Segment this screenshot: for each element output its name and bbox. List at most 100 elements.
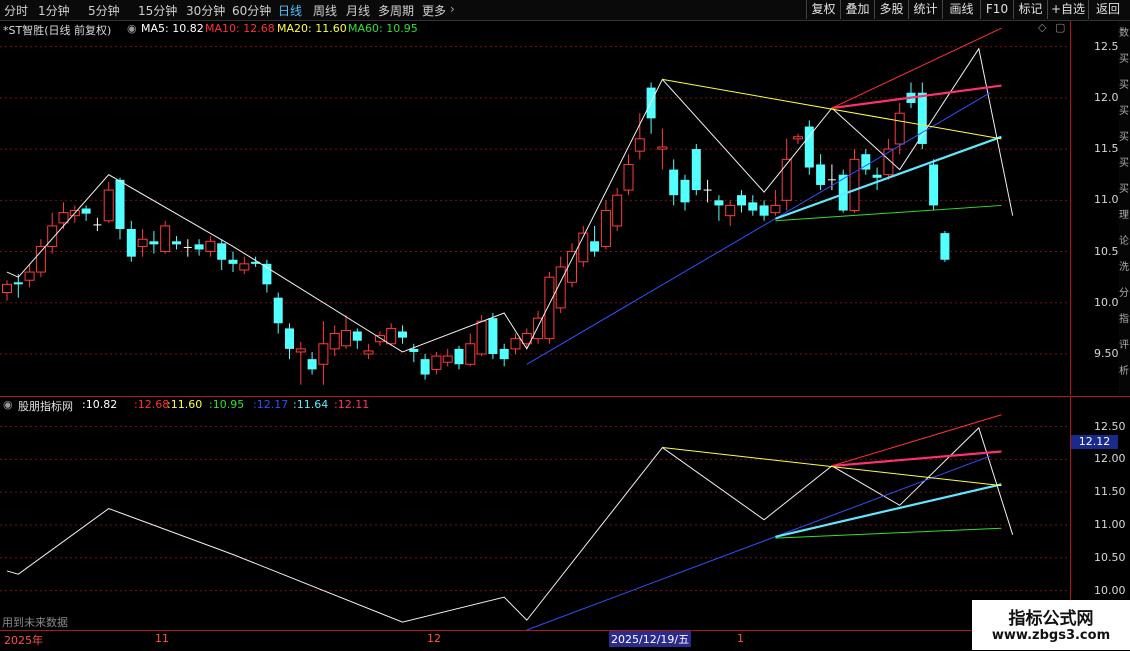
candle-body	[228, 259, 238, 264]
candle-body	[126, 229, 136, 257]
candle-body	[47, 225, 58, 247]
indicator-axis-label: 11.50	[1094, 485, 1126, 499]
candlestick-chart[interactable]	[0, 21, 1070, 395]
indicator-chart[interactable]	[0, 397, 1070, 631]
indicator-name: 股朋指标网	[18, 400, 73, 413]
candle-body	[917, 92, 927, 144]
tab-daily[interactable]: 日线	[278, 2, 302, 19]
button-stats[interactable]: 统计	[908, 0, 942, 19]
candle-body	[115, 179, 125, 230]
button-add-watchlist[interactable]: +自选	[1047, 0, 1088, 19]
tab-15min[interactable]: 15分钟	[138, 2, 177, 19]
tab-60min[interactable]: 60分钟	[232, 2, 271, 19]
candle	[2, 280, 12, 301]
candle-body	[872, 174, 882, 178]
tab-multi-period[interactable]: 多周期	[378, 2, 414, 19]
candle-body	[849, 158, 860, 212]
side-char: 分	[1119, 288, 1129, 299]
candle-body	[172, 241, 181, 245]
candle	[544, 272, 555, 344]
candle	[318, 321, 329, 385]
candle-body	[590, 241, 600, 252]
price-chart-panel[interactable]	[0, 21, 1070, 395]
candle-body	[35, 245, 46, 273]
button-draw-line[interactable]: 画线	[942, 0, 980, 19]
candle-body	[770, 204, 781, 214]
side-char: 买	[1119, 184, 1129, 195]
watermark-title: 指标公式网	[1008, 609, 1094, 629]
candle-body	[58, 212, 69, 224]
indicator-panel[interactable]	[0, 397, 1070, 631]
candle-body	[160, 225, 171, 253]
price-trend-line	[526, 92, 991, 365]
price-axis	[1070, 21, 1119, 395]
candle	[804, 120, 814, 175]
candle-body	[623, 163, 634, 191]
candle-body	[929, 164, 939, 206]
candle-body	[363, 350, 374, 355]
tab-1min[interactable]: 1分钟	[38, 2, 70, 19]
button-mark[interactable]: 标记	[1013, 0, 1047, 19]
date-month-12: 12	[427, 632, 441, 645]
tab-monthly[interactable]: 月线	[346, 2, 370, 19]
button-overlay[interactable]: 叠加	[840, 0, 874, 19]
candle	[115, 177, 125, 240]
candle-body	[894, 112, 905, 145]
candle	[703, 179, 712, 203]
candle	[725, 200, 736, 226]
button-back[interactable]: 返回	[1088, 0, 1127, 19]
candle-body	[352, 331, 362, 341]
window-toggle-icon[interactable]: ▢	[1055, 21, 1065, 34]
indicator-legend-value: :10.95	[209, 398, 245, 411]
indicator-legend-value: :10.82	[82, 398, 118, 411]
indicator-trend-line	[662, 447, 1002, 487]
candle-body	[420, 359, 430, 375]
candle-body	[341, 329, 351, 347]
candle	[273, 292, 283, 334]
candle-body	[567, 251, 577, 283]
diamond-icon[interactable]: ◇	[1038, 21, 1046, 34]
candle	[691, 143, 701, 196]
candle	[590, 225, 600, 257]
tab-weekly[interactable]: 周线	[313, 2, 337, 19]
candle-body	[81, 208, 91, 214]
indicator-trend-line	[526, 455, 991, 631]
settings-circle-icon[interactable]: ◉	[127, 22, 137, 35]
tab-fenshi[interactable]: 分时	[4, 2, 28, 19]
candle	[352, 328, 362, 349]
candle	[126, 220, 136, 262]
candle	[262, 259, 272, 293]
candle-body	[781, 158, 792, 201]
chevron-right-icon[interactable]: ›	[450, 2, 455, 16]
candle	[940, 231, 950, 262]
button-multi-stock[interactable]: 多股	[874, 0, 908, 19]
tab-30min[interactable]: 30分钟	[186, 2, 225, 19]
candle	[499, 343, 509, 367]
candle	[341, 315, 351, 349]
candle	[183, 239, 192, 257]
button-fuquan[interactable]: 复权	[806, 0, 840, 19]
candle	[748, 195, 758, 216]
price-axis-label: 9.50	[1094, 347, 1119, 360]
candle	[228, 251, 238, 273]
settings-circle-icon[interactable]: ◉	[3, 398, 13, 411]
candle	[194, 239, 204, 256]
candle-body	[205, 240, 216, 253]
candle	[714, 195, 724, 221]
tab-more[interactable]: 更多	[422, 2, 446, 19]
candle	[555, 256, 566, 314]
candle-body	[544, 276, 555, 340]
tab-5min[interactable]: 5分钟	[88, 2, 120, 19]
indicator-legend-value: :11.64	[293, 398, 329, 411]
candle-body	[239, 263, 250, 271]
candle-body	[13, 282, 23, 285]
side-char: 洗	[1119, 262, 1129, 273]
date-axis: 2025年 11 12 2025/12/19/五 1	[0, 630, 1130, 651]
date-month-1: 1	[737, 632, 744, 645]
button-f10[interactable]: F10	[980, 0, 1013, 19]
candle-body	[816, 164, 826, 185]
indicator-axis-label: 10.50	[1094, 550, 1126, 564]
candle	[431, 351, 442, 375]
candle-body	[725, 204, 736, 217]
candle	[680, 174, 690, 211]
